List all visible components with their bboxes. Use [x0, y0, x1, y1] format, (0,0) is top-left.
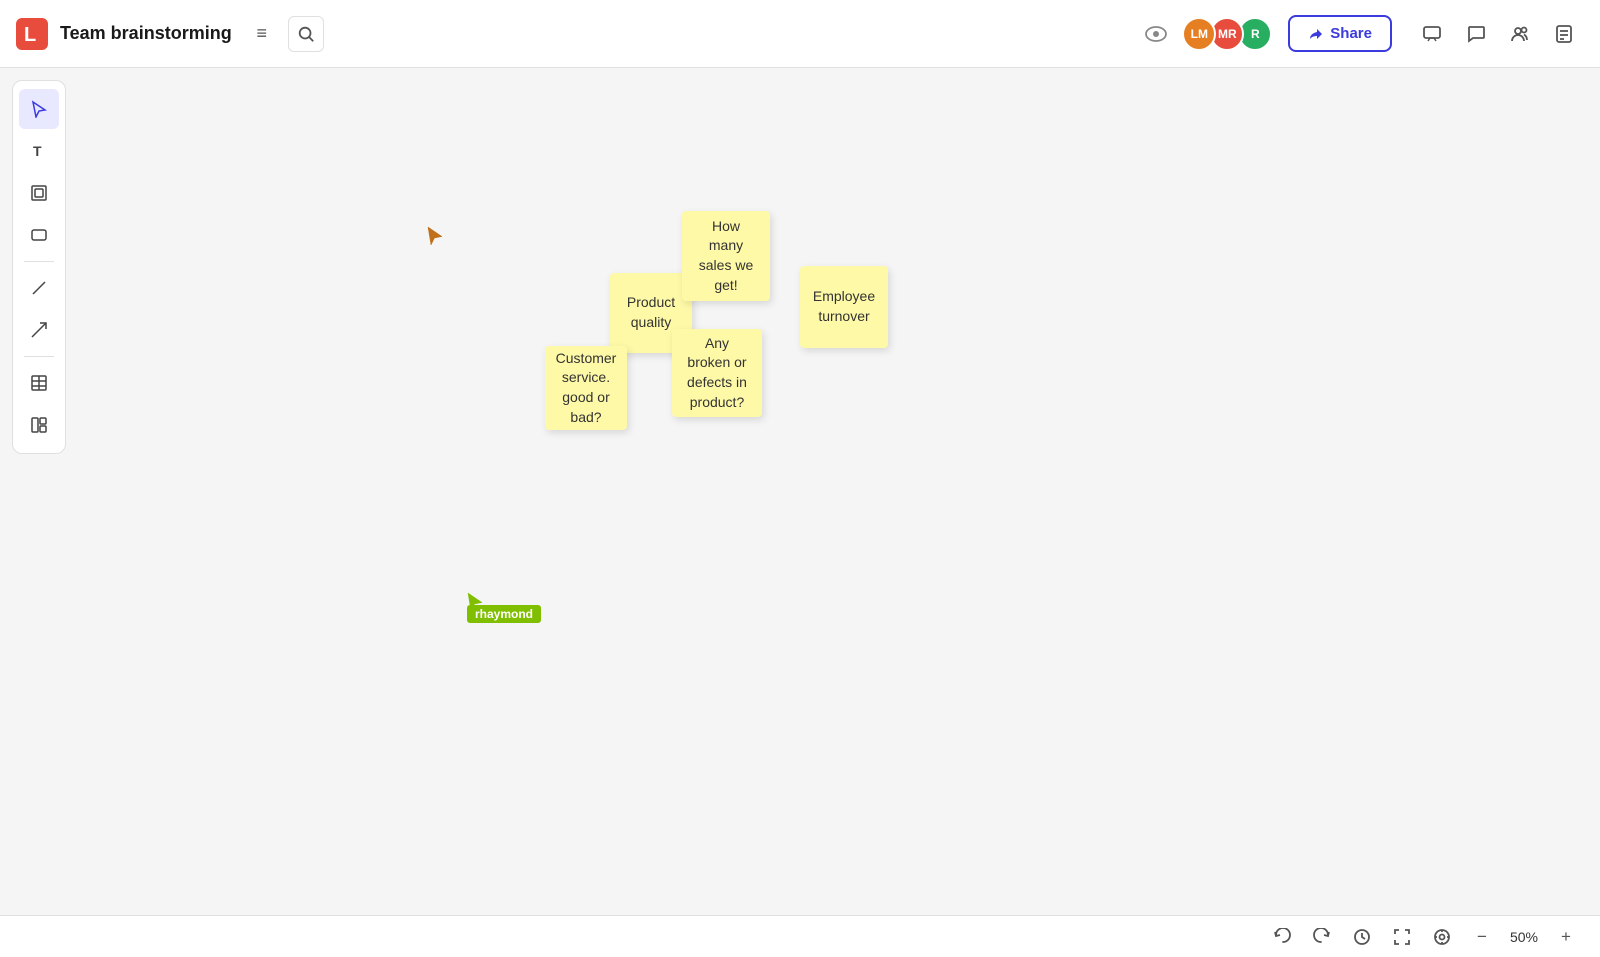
bottom-toolbar: − 50% + [0, 915, 1600, 957]
pen-tool[interactable] [19, 268, 59, 308]
cursor-label: rhaymond [467, 605, 541, 623]
zoom-out-button[interactable]: − [1464, 921, 1500, 953]
toolbar-divider-1 [24, 261, 54, 262]
layout-tool[interactable] [19, 405, 59, 445]
frame-tool[interactable] [19, 173, 59, 213]
undo-button[interactable] [1264, 921, 1300, 953]
chat-button[interactable] [1412, 14, 1452, 54]
toolbar-divider-2 [24, 356, 54, 357]
svg-text:T: T [33, 143, 42, 159]
canvas[interactable]: Product quality How many sales we get! E… [0, 68, 1600, 915]
notes-button[interactable] [1544, 14, 1584, 54]
comment-button[interactable] [1456, 14, 1496, 54]
history-button[interactable] [1344, 921, 1380, 953]
collaborators-avatars: LM MR R [1182, 17, 1272, 51]
avatar-lm[interactable]: LM [1182, 17, 1216, 51]
connector-tool[interactable] [19, 310, 59, 350]
zoom-in-button[interactable]: + [1548, 921, 1584, 953]
table-tool[interactable] [19, 363, 59, 403]
users-button[interactable] [1500, 14, 1540, 54]
cursor-green-icon [465, 592, 485, 617]
zoom-level: 50% [1504, 929, 1544, 945]
sticky-note-customer-service[interactable]: Customer service. good or bad? [545, 346, 627, 430]
observers-eye-icon [1138, 16, 1174, 52]
select-tool[interactable] [19, 89, 59, 129]
svg-text:L: L [24, 24, 36, 46]
left-toolbar: T [12, 80, 66, 454]
share-button[interactable]: Share [1288, 15, 1392, 52]
redo-button[interactable] [1304, 921, 1340, 953]
sticky-note-how-many-sales[interactable]: How many sales we get! [682, 211, 770, 301]
document-title: Team brainstorming [60, 23, 232, 44]
sticky-note-employee-turnover[interactable]: Employee turnover [800, 266, 888, 348]
logo-icon: L [16, 18, 48, 50]
cursor-arrow-icon [425, 226, 445, 251]
fullscreen-button[interactable] [1384, 921, 1420, 953]
location-button[interactable] [1424, 921, 1460, 953]
shape-tool[interactable] [19, 215, 59, 255]
header: L Team brainstorming ≡ LM MR R Share [0, 0, 1600, 68]
text-tool[interactable]: T [19, 131, 59, 171]
sticky-note-broken-defects[interactable]: Any broken or defects in product? [672, 329, 762, 417]
search-button[interactable] [288, 16, 324, 52]
menu-button[interactable]: ≡ [244, 16, 280, 52]
